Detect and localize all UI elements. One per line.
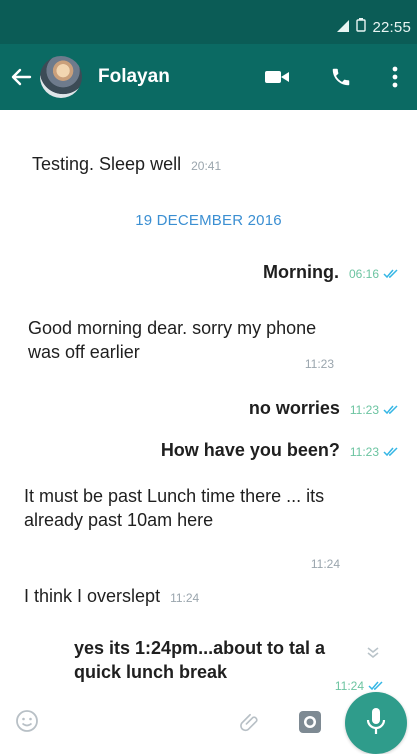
- attach-icon[interactable]: [238, 710, 264, 736]
- mic-icon: [364, 706, 388, 741]
- status-bar: 22:55: [0, 0, 417, 44]
- message-time: 11:24: [334, 679, 364, 693]
- status-bar-right: 22:55: [336, 18, 411, 36]
- chat-header: Folayan: [0, 44, 417, 110]
- message-time: 11:24: [310, 557, 340, 571]
- read-ticks-icon: [383, 261, 399, 285]
- message-text: It must be past Lunch time there ... its…: [24, 486, 325, 530]
- message-incoming[interactable]: Good morning dear. sorry my phone was of…: [28, 316, 348, 371]
- contact-name[interactable]: Folayan: [98, 66, 170, 88]
- composer: [0, 692, 417, 754]
- phone-icon[interactable]: [326, 62, 356, 92]
- avatar[interactable]: [40, 56, 82, 98]
- signal-icon: [336, 19, 350, 36]
- message-time: 11:23: [304, 357, 334, 371]
- emoji-icon[interactable]: [14, 708, 40, 734]
- message-input[interactable]: [12, 702, 332, 744]
- date-separator: 19 DECEMBER 2016: [135, 212, 282, 229]
- status-time: 22:55: [372, 18, 411, 36]
- message-incoming[interactable]: It must be past Lunch time there ... its…: [24, 484, 368, 571]
- read-ticks-icon: [383, 439, 399, 463]
- message-outgoing[interactable]: yes its 1:24pm...about to tal a quick lu…: [74, 636, 383, 693]
- camera-icon[interactable]: [295, 707, 325, 737]
- message-text: Good morning dear. sorry my phone was of…: [28, 318, 317, 362]
- message-text: Testing. Sleep well: [32, 154, 182, 174]
- more-vert-icon[interactable]: [380, 62, 410, 92]
- message-time: 11:23: [349, 403, 379, 417]
- message-time: 20:41: [191, 159, 222, 173]
- message-list[interactable]: Testing. Sleep well 20:41 19 DECEMBER 201…: [0, 110, 417, 696]
- message-time: 11:23: [349, 445, 379, 459]
- message-time: 06:16: [348, 267, 379, 281]
- message-outgoing[interactable]: Morning. 06:16: [263, 260, 399, 286]
- message-time: 11:24: [170, 591, 200, 605]
- read-ticks-icon: [383, 397, 399, 421]
- message-incoming[interactable]: I think I overslept 11:24: [24, 584, 199, 610]
- message-text: no worries: [248, 398, 340, 418]
- message-incoming[interactable]: Testing. Sleep well 20:41: [32, 152, 221, 178]
- video-call-icon[interactable]: [262, 62, 292, 92]
- message-text: How have you been?: [160, 440, 340, 460]
- mic-button[interactable]: [345, 692, 407, 754]
- battery-icon: [356, 18, 367, 36]
- chevron-down-icon[interactable]: [364, 643, 382, 661]
- back-arrow-icon[interactable]: [8, 64, 34, 90]
- message-text: yes its 1:24pm...about to tal a quick lu…: [74, 638, 326, 682]
- message-text: Morning.: [262, 262, 339, 282]
- message-text: I think I overslept: [24, 586, 161, 606]
- message-outgoing[interactable]: no worries 11:23: [249, 396, 399, 422]
- message-outgoing[interactable]: How have you been? 11:23: [161, 438, 399, 464]
